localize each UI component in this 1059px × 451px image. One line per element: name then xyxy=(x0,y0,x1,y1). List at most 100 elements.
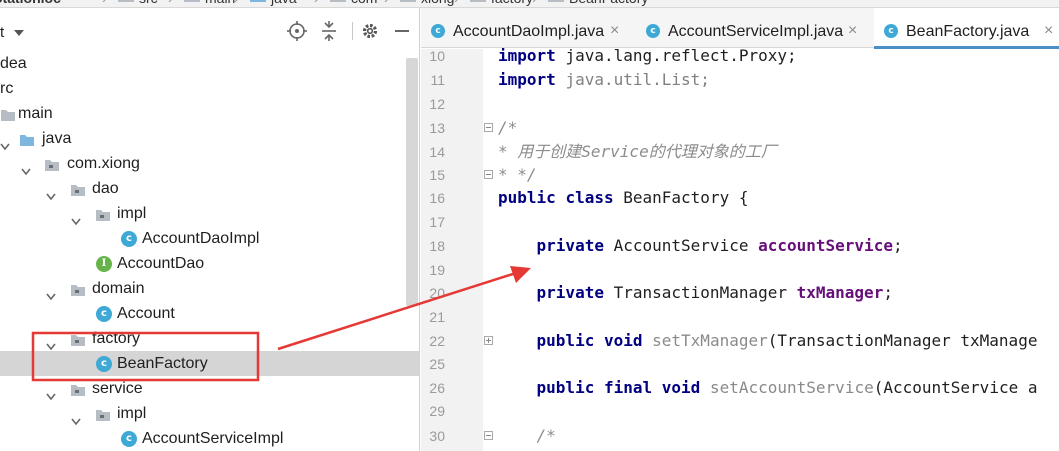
line-number: 10 xyxy=(429,48,445,64)
breadcrumb: otationioc›src›main›java›com›xiong›facto… xyxy=(0,0,1059,8)
fold-toggle-icon[interactable] xyxy=(484,336,493,345)
breadcrumb-label: xiong xyxy=(421,0,454,6)
code-line: 14 * 用于创建Service的代理对象的工厂 xyxy=(0,140,1059,164)
breadcrumb-separator: › xyxy=(102,0,107,7)
line-number: 30 xyxy=(429,428,445,444)
breadcrumb-item[interactable]: java xyxy=(250,0,297,7)
line-number: 22 xyxy=(429,333,445,349)
project-toolbar: t xyxy=(0,8,419,48)
breadcrumb-label: factory xyxy=(491,0,533,6)
line-number: 16 xyxy=(429,190,445,206)
folder-icon xyxy=(548,0,564,2)
close-icon[interactable]: × xyxy=(610,22,619,40)
tab-label: BeanFactory.java xyxy=(906,23,1030,40)
folder-icon xyxy=(400,0,416,2)
project-view-title[interactable]: t xyxy=(0,24,4,41)
line-number: 20 xyxy=(429,285,445,301)
code-text: /* xyxy=(498,118,518,137)
code-text: import java.lang.reflect.Proxy; xyxy=(498,46,797,65)
minimize-icon[interactable] xyxy=(391,20,413,42)
code-text: /* xyxy=(498,426,556,445)
breadcrumb-label: BeanFactory xyxy=(569,0,648,6)
line-number: 29 xyxy=(429,403,445,419)
close-icon[interactable]: × xyxy=(1044,22,1053,40)
collapse-all-icon[interactable] xyxy=(318,20,340,42)
line-number: 17 xyxy=(429,214,445,230)
breadcrumb-item[interactable]: BeanFactory xyxy=(548,0,648,7)
tab-accountdaoimpl[interactable]: c AccountDaoImpl.java × xyxy=(421,8,636,48)
code-line: 29 xyxy=(0,399,1059,423)
folder-icon xyxy=(470,0,486,2)
tab-accountserviceimpl[interactable]: c AccountServiceImpl.java × xyxy=(636,8,874,48)
code-text: public final void setAccountService(Acco… xyxy=(536,378,1038,397)
code-text: private TransactionManager txManager; xyxy=(536,283,893,302)
line-number: 14 xyxy=(429,144,445,160)
line-number: 13 xyxy=(429,120,445,136)
line-number: 12 xyxy=(429,96,445,112)
breadcrumb-item[interactable]: main xyxy=(184,0,235,7)
breadcrumb-item[interactable]: xiong xyxy=(400,0,454,7)
folder-icon xyxy=(250,0,266,2)
code-text: private AccountService accountService; xyxy=(536,236,903,255)
gear-icon[interactable] xyxy=(359,20,381,42)
breadcrumb-label: otationioc xyxy=(0,0,61,6)
folder-icon xyxy=(330,0,346,2)
breadcrumb-label: src xyxy=(139,0,158,6)
code-text: public class BeanFactory { xyxy=(498,188,749,207)
crosshair-icon[interactable] xyxy=(286,20,308,42)
folder-icon xyxy=(184,0,200,2)
line-number: 15 xyxy=(429,167,445,183)
code-line: 11 import java.util.List; xyxy=(0,68,1059,92)
close-icon[interactable]: × xyxy=(848,22,857,40)
line-number: 18 xyxy=(429,238,445,254)
folder-icon xyxy=(118,0,134,2)
line-number: 21 xyxy=(429,309,445,325)
breadcrumb-separator: › xyxy=(314,0,319,7)
code-line: 26 public final void setAccountService(A… xyxy=(0,376,1059,400)
line-number: 11 xyxy=(430,72,445,88)
code-line: 19 xyxy=(0,258,1059,282)
breadcrumb-label: com xyxy=(351,0,377,6)
code-line: 15 * */ xyxy=(0,163,1059,187)
line-number: 19 xyxy=(429,262,445,278)
code-text: * */ xyxy=(498,165,537,184)
code-line: 20 private TransactionManager txManager; xyxy=(0,281,1059,305)
code-text: public void setTxManager(TransactionMana… xyxy=(536,331,1038,350)
class-icon: c xyxy=(646,24,660,38)
breadcrumb-label: java xyxy=(271,0,297,6)
fold-toggle-icon[interactable] xyxy=(484,123,493,132)
toolbar-divider xyxy=(352,22,353,40)
breadcrumb-item[interactable]: src xyxy=(118,0,158,7)
tab-beanfactory[interactable]: c BeanFactory.java × xyxy=(874,8,1059,49)
code-line: 12 xyxy=(0,92,1059,116)
breadcrumb-label: main xyxy=(205,0,235,6)
breadcrumb-separator: › xyxy=(234,0,239,7)
breadcrumb-item[interactable]: com xyxy=(330,0,377,7)
breadcrumb-separator: › xyxy=(532,0,537,7)
fold-toggle-icon[interactable] xyxy=(484,170,493,179)
breadcrumb-separator: › xyxy=(168,0,173,7)
code-line: 17 xyxy=(0,210,1059,234)
code-text: * 用于创建Service的代理对象的工厂 xyxy=(498,142,777,161)
line-number: 26 xyxy=(429,380,445,396)
tab-label: AccountDaoImpl.java xyxy=(453,23,605,40)
fold-toggle-icon[interactable] xyxy=(484,431,493,440)
code-line: 10 import java.lang.reflect.Proxy; xyxy=(0,44,1059,68)
editor-tab-bar: c AccountDaoImpl.java × c AccountServiceImpl… xyxy=(421,8,1059,49)
class-icon: c xyxy=(884,24,898,38)
code-text: import java.util.List; xyxy=(498,70,710,89)
view-selector-chevron-down-icon[interactable] xyxy=(14,30,24,36)
code-line: 18 private AccountService accountService… xyxy=(0,234,1059,258)
code-line: 25 xyxy=(0,352,1059,376)
tab-label: AccountServiceImpl.java xyxy=(668,23,844,40)
breadcrumb-item[interactable]: factory xyxy=(470,0,533,7)
breadcrumb-separator: › xyxy=(454,0,459,7)
code-line: 30 /* xyxy=(0,424,1059,448)
code-line: 16 public class BeanFactory { xyxy=(0,186,1059,210)
code-line: 13 /* xyxy=(0,116,1059,140)
breadcrumb-item[interactable]: otationioc xyxy=(0,0,61,7)
code-line: 22 public void setTxManager(TransactionM… xyxy=(0,329,1059,353)
code-line: 21 xyxy=(0,305,1059,329)
line-number: 25 xyxy=(429,356,445,372)
class-icon: c xyxy=(431,24,445,38)
